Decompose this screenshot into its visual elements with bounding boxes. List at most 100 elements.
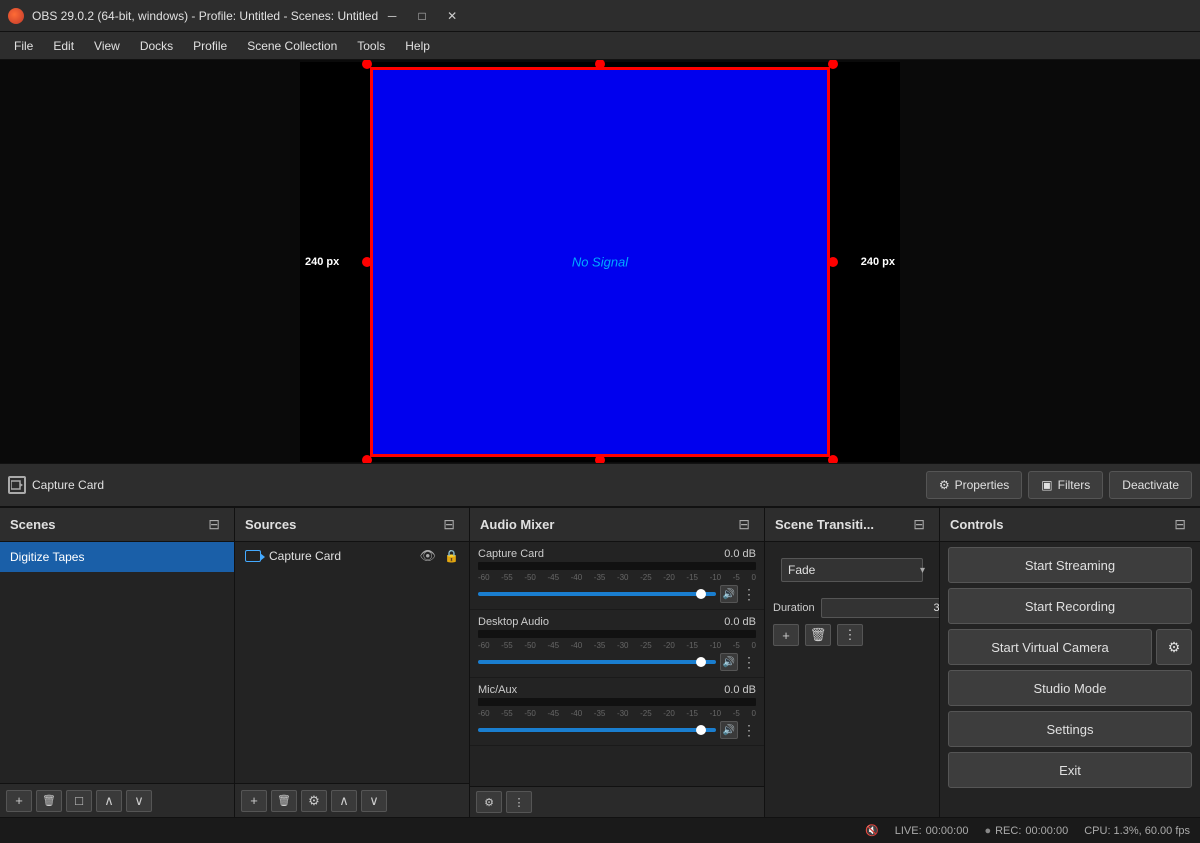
settings-button[interactable]: Settings [948,711,1192,747]
gear-icon: ⚙ [1168,639,1181,656]
audio-channel-mic: Mic/Aux 0.0 dB -60-55-50-45-40-35-30-25-… [470,678,764,746]
controls-panel-collapse-button[interactable]: ⊟ [1170,514,1190,535]
rec-label: REC: [995,825,1021,837]
source-item-capture-card[interactable]: Capture Card 👁 🔒 [235,542,469,570]
virtual-camera-settings-button[interactable]: ⚙ [1156,629,1192,665]
menu-file[interactable]: File [4,35,43,57]
deactivate-button[interactable]: Deactivate [1109,471,1192,499]
exit-button[interactable]: Exit [948,752,1192,788]
audio-ticks-2: -60-55-50-45-40-35-30-25-20-15-10-50 [478,709,756,718]
handle-mid-left[interactable] [362,257,372,267]
audio-panel-footer: ⚙ ⋮ [470,786,764,817]
filters-button[interactable]: ▣ Filters [1028,471,1103,499]
capture-card-label: Capture Card [32,478,104,492]
menu-scene-collection[interactable]: Scene Collection [237,35,347,57]
scene-settings-button[interactable]: □ [66,790,92,812]
audio-volume-slider-0[interactable] [478,592,716,596]
add-scene-button[interactable]: + [6,790,32,812]
duration-input[interactable] [821,598,939,618]
audio-channels: Capture Card 0.0 dB -60-55-50-45-40-35-3… [470,542,764,786]
audio-mixer-header: Audio Mixer ⊟ [470,508,764,542]
maximize-button[interactable]: □ [408,5,436,27]
start-recording-button[interactable]: Start Recording [948,588,1192,624]
px-right-label: 240 px [861,256,895,268]
audio-mixer-collapse-button[interactable]: ⊟ [734,514,754,535]
source-settings-button[interactable]: ⚙ [301,790,327,812]
start-streaming-button[interactable]: Start Streaming [948,547,1192,583]
scene-item-digitize-tapes[interactable]: Digitize Tapes [0,542,234,572]
scenes-panel-collapse-button[interactable]: ⊟ [204,514,224,535]
titlebar-title: OBS 29.0.2 (64-bit, windows) - Profile: … [32,9,378,23]
studio-mode-button[interactable]: Studio Mode [948,670,1192,706]
audio-slider-thumb-2 [696,725,706,735]
mute-button-0[interactable]: 🔊 [720,585,738,603]
menu-help[interactable]: Help [395,35,440,57]
audio-slider-thumb-1 [696,657,706,667]
mute-button-2[interactable]: 🔊 [720,721,738,739]
remove-scene-button[interactable]: 🗑 [36,790,62,812]
audio-menu-button-1[interactable]: ⋮ [742,654,756,671]
source-down-button[interactable]: ∨ [361,790,387,812]
audio-channel-db-0: 0.0 dB [724,548,756,560]
add-source-button[interactable]: + [241,790,267,812]
audio-channel-name-0: Capture Card [478,548,544,560]
properties-button[interactable]: ⚙ Properties [926,471,1022,499]
handle-bot-center[interactable] [595,455,605,464]
status-no-signal: 🔇 [865,824,879,837]
audio-channel-name-2: Mic/Aux [478,684,517,696]
transitions-panel: Scene Transiti... ⊟ Fade Cut Swipe Slide… [765,508,940,817]
titlebar-controls: ─ □ ✕ [378,5,466,27]
menu-tools[interactable]: Tools [347,35,395,57]
status-rec: ● REC: 00:00:00 [984,825,1068,837]
scene-down-button[interactable]: ∨ [126,790,152,812]
live-time: 00:00:00 [926,825,969,837]
menu-edit[interactable]: Edit [43,35,84,57]
menu-docks[interactable]: Docks [130,35,183,57]
source-up-button[interactable]: ∧ [331,790,357,812]
scene-up-button[interactable]: ∧ [96,790,122,812]
preview-canvas: No Signal 240 px 240 px [300,62,900,462]
menu-profile[interactable]: Profile [183,35,237,57]
handle-bot-right[interactable] [828,455,838,464]
preview-source[interactable]: No Signal [370,67,830,457]
audio-meter-0 [478,562,756,570]
audio-volume-slider-2[interactable] [478,728,716,732]
remove-transition-button[interactable]: 🗑 [805,624,831,646]
obs-icon [8,8,24,24]
audio-slider-thumb-0 [696,589,706,599]
minimize-button[interactable]: ─ [378,5,406,27]
scenes-panel-footer: + 🗑 □ ∧ ∨ [0,783,234,817]
audio-menu-button-2[interactable]: ⋮ [742,722,756,739]
controls-panel-header: Controls ⊟ [940,508,1200,542]
close-button[interactable]: ✕ [438,5,466,27]
transitions-content: Fade Cut Swipe Slide Stinger Fade to Col… [765,542,939,817]
sources-panel-title: Sources [245,517,439,532]
virtual-camera-row: Start Virtual Camera ⚙ [948,629,1192,665]
transition-menu-button[interactable]: ⋮ [837,624,863,646]
audio-channel-db-2: 0.0 dB [724,684,756,696]
transition-type-select[interactable]: Fade Cut Swipe Slide Stinger Fade to Col… [781,558,923,582]
transitions-panel-collapse-button[interactable]: ⊟ [909,514,929,535]
start-virtual-camera-button[interactable]: Start Virtual Camera [948,629,1152,665]
source-visibility-icon[interactable]: 👁 [420,548,437,564]
audio-menu-footer-button[interactable]: ⋮ [506,791,532,813]
sources-list: Capture Card 👁 🔒 [235,542,469,783]
titlebar: OBS 29.0.2 (64-bit, windows) - Profile: … [0,0,1200,32]
audio-volume-slider-1[interactable] [478,660,716,664]
transitions-panel-header: Scene Transiti... ⊟ [765,508,939,542]
audio-ticks-0: -60-55-50-45-40-35-30-25-20-15-10-50 [478,573,756,582]
audio-settings-button[interactable]: ⚙ [476,791,502,813]
handle-mid-right[interactable] [828,257,838,267]
handle-bot-left[interactable] [362,455,372,464]
mute-button-1[interactable]: 🔊 [720,653,738,671]
status-live: LIVE: 00:00:00 [895,825,969,837]
sources-panel-collapse-button[interactable]: ⊟ [439,514,459,535]
menu-view[interactable]: View [84,35,130,57]
audio-menu-button-0[interactable]: ⋮ [742,586,756,603]
add-transition-button[interactable]: + [773,624,799,646]
panels: Scenes ⊟ Digitize Tapes + 🗑 □ ∧ ∨ Source… [0,507,1200,817]
source-lock-icon[interactable]: 🔒 [444,549,459,563]
duration-row: Duration ▲ ▼ [765,598,939,624]
audio-meter-1 [478,630,756,638]
remove-source-button[interactable]: 🗑 [271,790,297,812]
